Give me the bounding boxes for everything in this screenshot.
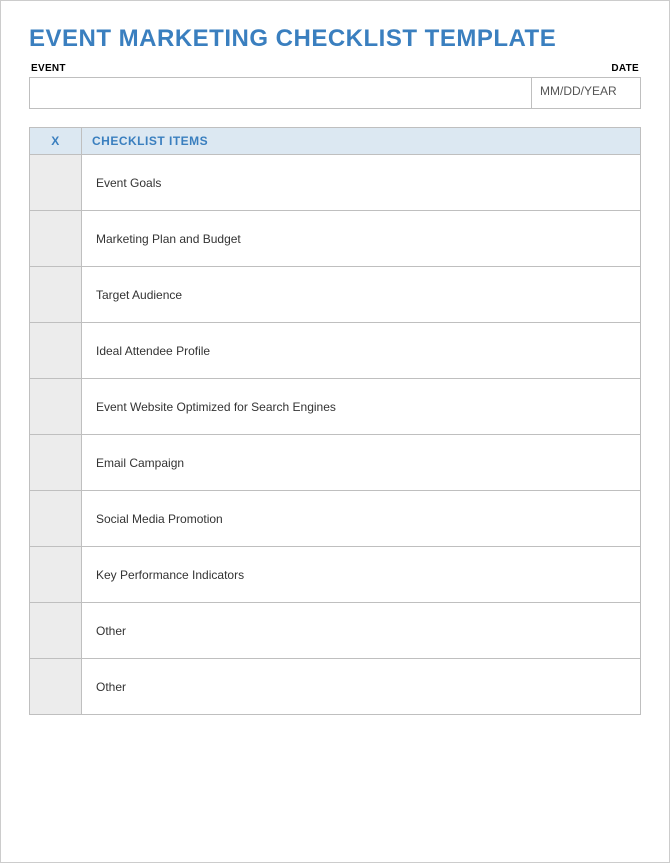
checkbox-cell[interactable] [30, 267, 82, 323]
table-row: Social Media Promotion [30, 491, 641, 547]
checkbox-cell[interactable] [30, 547, 82, 603]
item-cell[interactable]: Other [82, 659, 641, 715]
checkbox-cell[interactable] [30, 603, 82, 659]
checkbox-cell[interactable] [30, 211, 82, 267]
table-row: Target Audience [30, 267, 641, 323]
checkbox-cell[interactable] [30, 323, 82, 379]
date-field-group: DATE MM/DD/YEAR [531, 63, 641, 109]
table-header-row: X CHECKLIST ITEMS [30, 128, 641, 155]
item-cell[interactable]: Event Goals [82, 155, 641, 211]
checkbox-cell[interactable] [30, 659, 82, 715]
table-row: Key Performance Indicators [30, 547, 641, 603]
date-input[interactable]: MM/DD/YEAR [531, 77, 641, 109]
item-cell[interactable]: Marketing Plan and Budget [82, 211, 641, 267]
table-row: Event Website Optimized for Search Engin… [30, 379, 641, 435]
item-cell[interactable]: Key Performance Indicators [82, 547, 641, 603]
page-container: EVENT MARKETING CHECKLIST TEMPLATE EVENT… [0, 0, 670, 863]
date-label: DATE [531, 63, 641, 77]
item-cell[interactable]: Other [82, 603, 641, 659]
checklist-table: X CHECKLIST ITEMS Event Goals Marketing … [29, 127, 641, 715]
items-header: CHECKLIST ITEMS [82, 128, 641, 155]
item-cell[interactable]: Email Campaign [82, 435, 641, 491]
event-label: EVENT [29, 63, 531, 77]
table-row: Email Campaign [30, 435, 641, 491]
item-cell[interactable]: Target Audience [82, 267, 641, 323]
item-cell[interactable]: Ideal Attendee Profile [82, 323, 641, 379]
table-row: Other [30, 603, 641, 659]
item-cell[interactable]: Event Website Optimized for Search Engin… [82, 379, 641, 435]
table-row: Marketing Plan and Budget [30, 211, 641, 267]
event-input[interactable] [29, 77, 531, 109]
header-row: EVENT DATE MM/DD/YEAR [29, 63, 641, 109]
item-cell[interactable]: Social Media Promotion [82, 491, 641, 547]
table-row: Other [30, 659, 641, 715]
checkbox-cell[interactable] [30, 155, 82, 211]
table-row: Event Goals [30, 155, 641, 211]
table-row: Ideal Attendee Profile [30, 323, 641, 379]
checkbox-cell[interactable] [30, 435, 82, 491]
x-header: X [30, 128, 82, 155]
checkbox-cell[interactable] [30, 379, 82, 435]
checkbox-cell[interactable] [30, 491, 82, 547]
event-field-group: EVENT [29, 63, 531, 109]
page-title: EVENT MARKETING CHECKLIST TEMPLATE [29, 25, 641, 53]
